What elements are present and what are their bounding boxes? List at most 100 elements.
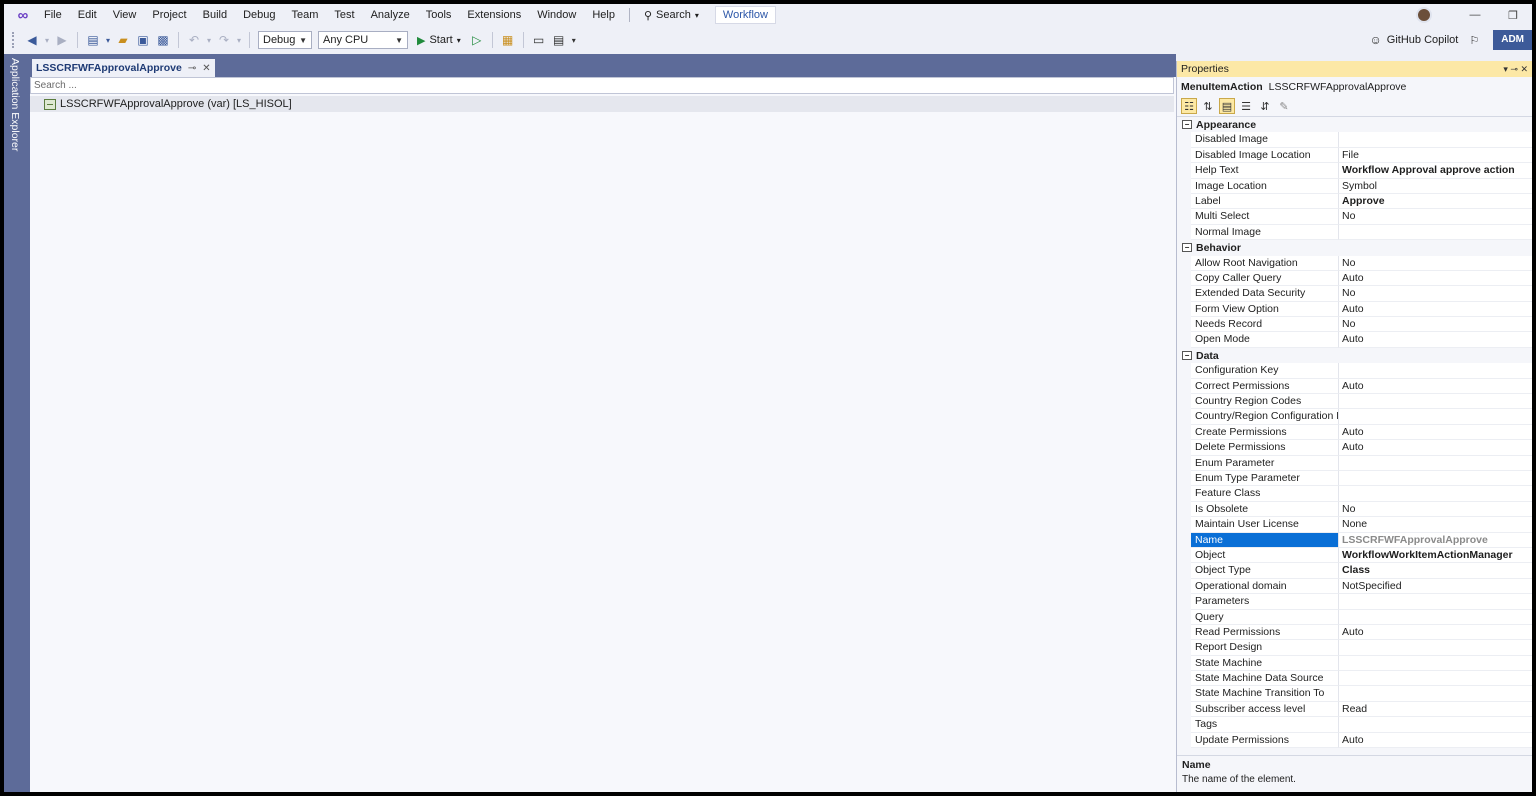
menu-item-help[interactable]: Help xyxy=(584,4,623,26)
menu-item-view[interactable]: View xyxy=(105,4,145,26)
tree-root-node[interactable]: LSSCRFWFApprovalApprove (var) [LS_HISOL] xyxy=(30,96,1174,112)
category-behavior[interactable]: − Behavior xyxy=(1177,240,1532,256)
property-row[interactable]: Needs Record No xyxy=(1177,317,1532,333)
property-value[interactable]: No xyxy=(1339,255,1532,271)
property-value[interactable] xyxy=(1339,132,1532,148)
chevron-down-icon[interactable]: ▾ xyxy=(1503,64,1508,74)
menu-item-debug[interactable]: Debug xyxy=(235,4,283,26)
chevron-down-icon[interactable]: ▾ xyxy=(43,31,51,49)
property-value[interactable]: Workflow Approval approve action xyxy=(1339,163,1532,179)
property-row[interactable]: Object Type Class xyxy=(1177,563,1532,579)
property-value[interactable] xyxy=(1339,486,1532,502)
solution-configuration-dropdown[interactable]: Debug ▼ xyxy=(258,31,312,49)
property-row[interactable]: Object WorkflowWorkItemActionManager xyxy=(1177,547,1532,564)
close-icon[interactable]: ✕ xyxy=(1520,64,1528,74)
minimize-icon[interactable]: — xyxy=(1456,9,1494,21)
start-debugging-button[interactable]: ▶ Start ▾ xyxy=(411,34,467,47)
property-row[interactable]: Image Location Symbol xyxy=(1177,178,1532,194)
property-row[interactable]: State Machine Data Source xyxy=(1177,671,1532,687)
menu-item-tools[interactable]: Tools xyxy=(418,4,460,26)
solution-platform-dropdown[interactable]: Any CPU ▼ xyxy=(318,31,408,49)
property-row[interactable]: Help Text Workflow Approval approve actio… xyxy=(1177,163,1532,179)
property-row[interactable]: Create Permissions Auto xyxy=(1177,424,1532,441)
property-row[interactable]: Disabled Image Location File xyxy=(1177,147,1532,164)
property-row[interactable]: Copy Caller Query Auto xyxy=(1177,270,1532,287)
browser-link-icon[interactable]: ▤ xyxy=(550,31,568,49)
avatar[interactable] xyxy=(1416,7,1432,23)
property-value[interactable] xyxy=(1339,455,1532,471)
property-value[interactable]: Auto xyxy=(1339,440,1532,456)
pin-icon[interactable]: ⊸ xyxy=(188,63,196,74)
search-menu[interactable]: ⚲ Search ▾ xyxy=(636,9,707,22)
property-row[interactable]: Allow Root Navigation No xyxy=(1177,255,1532,271)
application-explorer-tab[interactable]: Application Explorer xyxy=(9,58,21,151)
property-value[interactable]: File xyxy=(1339,147,1532,164)
menu-item-file[interactable]: File xyxy=(36,4,70,26)
property-value[interactable]: No xyxy=(1339,209,1532,225)
property-value[interactable]: WorkflowWorkItemActionManager xyxy=(1339,547,1532,564)
feedback-icon[interactable]: ⚐ xyxy=(1469,34,1479,47)
property-value[interactable]: Auto xyxy=(1339,732,1532,749)
property-value[interactable]: LSSCRFWFApprovalApprove xyxy=(1339,532,1532,548)
property-row[interactable]: Subscriber access level Read xyxy=(1177,701,1532,718)
property-row[interactable]: Maintain User License None xyxy=(1177,517,1532,533)
undo-icon[interactable]: ↶ xyxy=(185,31,203,49)
menu-item-test[interactable]: Test xyxy=(326,4,362,26)
property-value[interactable] xyxy=(1339,655,1532,672)
collapse-icon[interactable]: − xyxy=(1182,120,1192,130)
property-pages-icon[interactable]: ✎ xyxy=(1276,98,1292,114)
property-row[interactable]: Feature Class xyxy=(1177,486,1532,502)
property-value[interactable]: Auto xyxy=(1339,624,1532,641)
collapse-icon[interactable]: − xyxy=(1182,243,1192,253)
property-row[interactable]: Normal Image xyxy=(1177,224,1532,241)
collapse-all-icon[interactable]: ☰ xyxy=(1238,98,1254,114)
menu-item-edit[interactable]: Edit xyxy=(70,4,105,26)
open-folder-icon[interactable]: ▰ xyxy=(114,31,132,49)
property-value[interactable] xyxy=(1339,594,1532,610)
property-row[interactable]: Is Obsolete No xyxy=(1177,501,1532,518)
toolbar-grip[interactable] xyxy=(12,32,16,48)
solution-name-badge[interactable]: Workflow xyxy=(714,6,776,24)
menu-item-extensions[interactable]: Extensions xyxy=(459,4,529,26)
property-value[interactable] xyxy=(1339,363,1532,379)
property-value[interactable] xyxy=(1339,640,1532,656)
pin-icon[interactable]: ⊸ xyxy=(1510,64,1518,74)
property-value[interactable]: No xyxy=(1339,501,1532,518)
property-row[interactable]: Report Design xyxy=(1177,640,1532,656)
save-all-icon[interactable]: ▩ xyxy=(154,31,172,49)
category-data[interactable]: − Data xyxy=(1177,347,1532,364)
property-value[interactable]: Auto xyxy=(1339,332,1532,348)
property-value[interactable] xyxy=(1339,609,1532,625)
property-row[interactable]: Enum Parameter xyxy=(1177,455,1532,471)
property-value[interactable] xyxy=(1339,717,1532,733)
property-value[interactable]: Auto xyxy=(1339,301,1532,318)
property-value[interactable]: Symbol xyxy=(1339,178,1532,194)
property-value[interactable] xyxy=(1339,671,1532,687)
chevron-down-icon[interactable]: ▾ xyxy=(104,31,112,49)
collapse-icon[interactable]: − xyxy=(1182,351,1192,361)
navigate-back-icon[interactable]: ◀ xyxy=(23,31,41,49)
property-value[interactable]: Approve xyxy=(1339,193,1532,210)
property-row[interactable]: Update Permissions Auto xyxy=(1177,732,1532,749)
property-row[interactable]: Query xyxy=(1177,609,1532,625)
menu-item-project[interactable]: Project xyxy=(144,4,194,26)
property-row[interactable]: Parameters xyxy=(1177,594,1532,610)
account-badge[interactable]: ADM xyxy=(1493,30,1532,50)
property-value[interactable] xyxy=(1339,224,1532,241)
property-value[interactable] xyxy=(1339,409,1532,425)
property-row[interactable]: Name LSSCRFWFApprovalApprove xyxy=(1177,532,1532,548)
menu-item-build[interactable]: Build xyxy=(195,4,235,26)
property-value[interactable]: None xyxy=(1339,517,1532,533)
property-row[interactable]: State Machine Transition To xyxy=(1177,686,1532,702)
property-value[interactable]: Auto xyxy=(1339,424,1532,441)
start-without-debugging-icon[interactable]: ▷ xyxy=(468,31,486,49)
property-value[interactable] xyxy=(1339,470,1532,487)
property-row[interactable]: Country/Region Configuration Ke xyxy=(1177,409,1532,425)
menu-item-team[interactable]: Team xyxy=(284,4,327,26)
close-icon[interactable]: ✕ xyxy=(202,63,210,74)
property-value[interactable] xyxy=(1339,686,1532,702)
property-value[interactable]: No xyxy=(1339,317,1532,333)
property-row[interactable]: Operational domain NotSpecified xyxy=(1177,578,1532,595)
navigate-forward-icon[interactable]: ▶ xyxy=(53,31,71,49)
property-row[interactable]: Delete Permissions Auto xyxy=(1177,440,1532,456)
